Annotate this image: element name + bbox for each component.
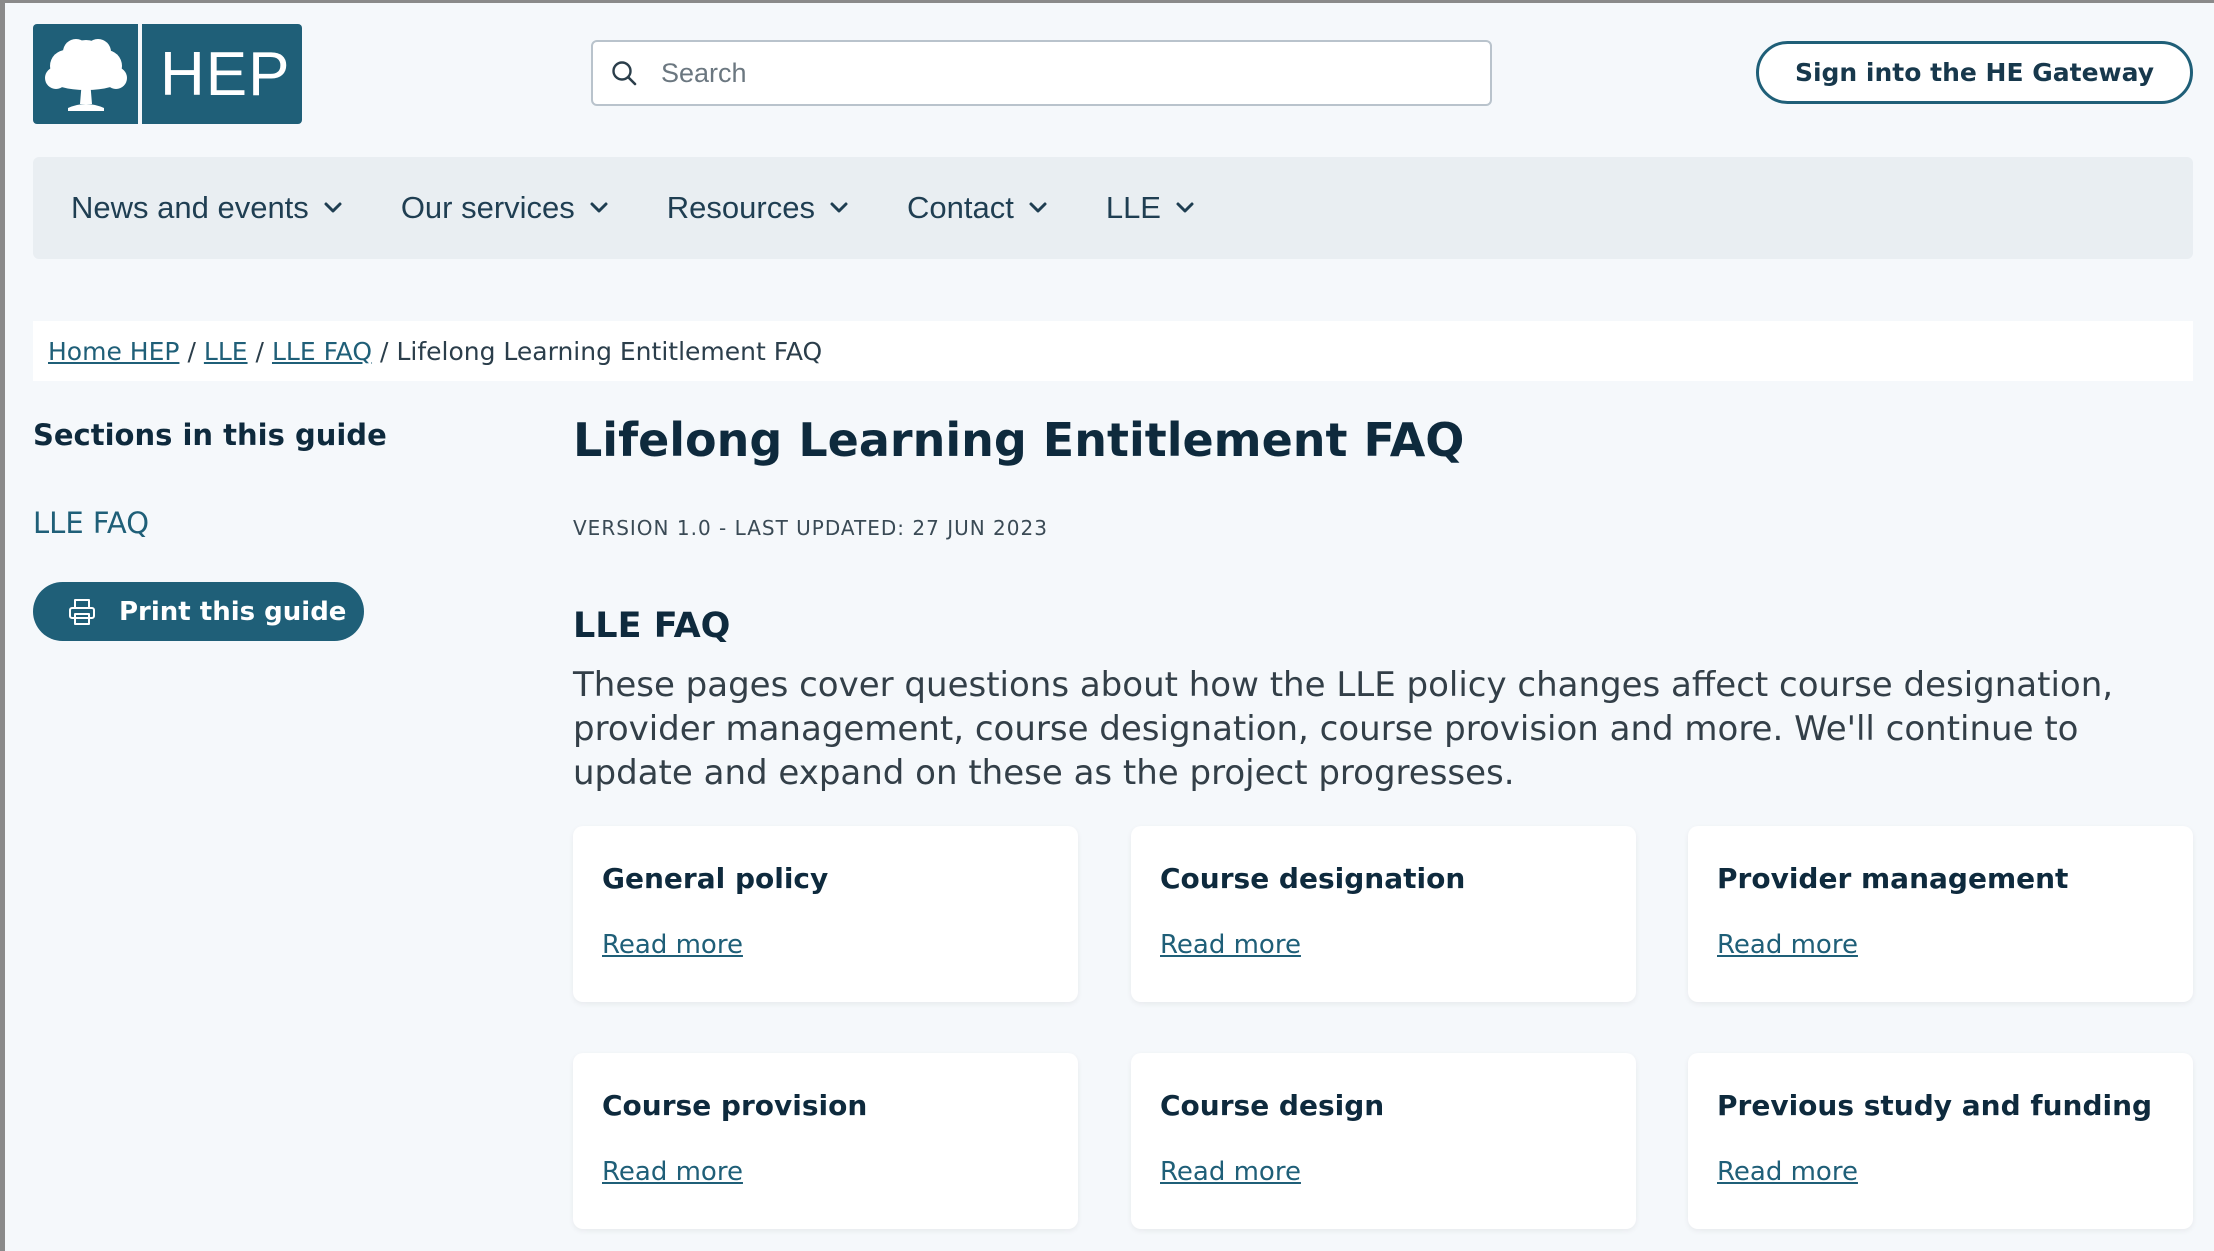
nav-item-label: News and events bbox=[71, 190, 309, 225]
breadcrumb-current: Lifelong Learning Entitlement FAQ bbox=[396, 336, 823, 366]
breadcrumb-separator: / bbox=[380, 336, 389, 366]
main-nav: News and events Our services Resources C… bbox=[33, 157, 2193, 259]
breadcrumb-separator: / bbox=[187, 336, 196, 366]
card-title: Previous study and funding bbox=[1717, 1089, 2153, 1122]
chevron-down-icon bbox=[1028, 201, 1048, 215]
chevron-down-icon bbox=[589, 201, 609, 215]
printer-icon bbox=[67, 597, 97, 627]
nav-item-resources[interactable]: Resources bbox=[667, 190, 849, 226]
search-icon bbox=[611, 60, 637, 86]
card-course-design: Course design Read more bbox=[1131, 1053, 1636, 1229]
card-title: Course designation bbox=[1160, 862, 1466, 895]
breadcrumb-link-lle[interactable]: LLE bbox=[204, 337, 248, 366]
sign-in-button[interactable]: Sign into the HE Gateway bbox=[1756, 41, 2193, 104]
print-guide-button[interactable]: Print this guide bbox=[33, 582, 364, 641]
nav-item-label: Resources bbox=[666, 190, 815, 225]
page-title: Lifelong Learning Entitlement FAQ bbox=[573, 413, 1465, 467]
nav-item-lle[interactable]: LLE bbox=[1106, 190, 1195, 226]
breadcrumb: Home HEP / LLE / LLE FAQ / Lifelong Learning E… bbox=[33, 321, 2193, 381]
read-more-link[interactable]: Read more bbox=[1717, 930, 1858, 960]
intro-text: These pages cover questions about how th… bbox=[573, 665, 2114, 793]
version-info: VERSION 1.0 - LAST UPDATED: 27 JUN 2023 bbox=[573, 516, 1048, 540]
sidebar-title: Sections in this guide bbox=[33, 418, 387, 452]
chevron-down-icon bbox=[829, 201, 849, 215]
chevron-down-icon bbox=[1175, 201, 1195, 215]
read-more-link[interactable]: Read more bbox=[1717, 1157, 1858, 1187]
read-more-link[interactable]: Read more bbox=[1160, 1157, 1301, 1187]
card-title: General policy bbox=[602, 862, 829, 895]
card-course-provision: Course provision Read more bbox=[573, 1053, 1078, 1229]
breadcrumb-separator: / bbox=[255, 336, 264, 366]
nav-item-label: Contact bbox=[906, 190, 1014, 225]
chevron-down-icon bbox=[323, 201, 343, 215]
tree-logo-icon bbox=[33, 24, 138, 124]
read-more-link[interactable]: Read more bbox=[602, 930, 743, 960]
read-more-link[interactable]: Read more bbox=[1160, 930, 1301, 960]
search-box[interactable] bbox=[591, 40, 1492, 106]
card-title: Provider management bbox=[1717, 862, 2069, 895]
card-title: Course design bbox=[1160, 1089, 1385, 1122]
card-title: Course provision bbox=[602, 1089, 868, 1122]
card-general-policy: General policy Read more bbox=[573, 826, 1078, 1002]
hep-logo[interactable]: HEP bbox=[33, 24, 302, 124]
search-input[interactable] bbox=[659, 56, 1443, 90]
breadcrumb-link-lle-faq[interactable]: LLE FAQ bbox=[272, 337, 372, 366]
read-more-link[interactable]: Read more bbox=[602, 1157, 743, 1187]
nav-item-news-and-events[interactable]: News and events bbox=[71, 190, 343, 226]
card-course-designation: Course designation Read more bbox=[1131, 826, 1636, 1002]
nav-item-contact[interactable]: Contact bbox=[907, 190, 1048, 226]
nav-item-label: Our services bbox=[400, 190, 575, 225]
nav-item-label: LLE bbox=[1105, 190, 1161, 225]
logo-text: HEP bbox=[160, 39, 291, 109]
card-provider-management: Provider management Read more bbox=[1688, 826, 2193, 1002]
nav-item-our-services[interactable]: Our services bbox=[401, 190, 609, 226]
print-guide-label: Print this guide bbox=[119, 596, 347, 627]
section-title: LLE FAQ bbox=[573, 606, 731, 646]
card-previous-study-and-funding: Previous study and funding Read more bbox=[1688, 1053, 2193, 1229]
breadcrumb-link-home[interactable]: Home HEP bbox=[48, 337, 179, 366]
sidebar-item-lle-faq[interactable]: LLE FAQ bbox=[33, 506, 149, 540]
